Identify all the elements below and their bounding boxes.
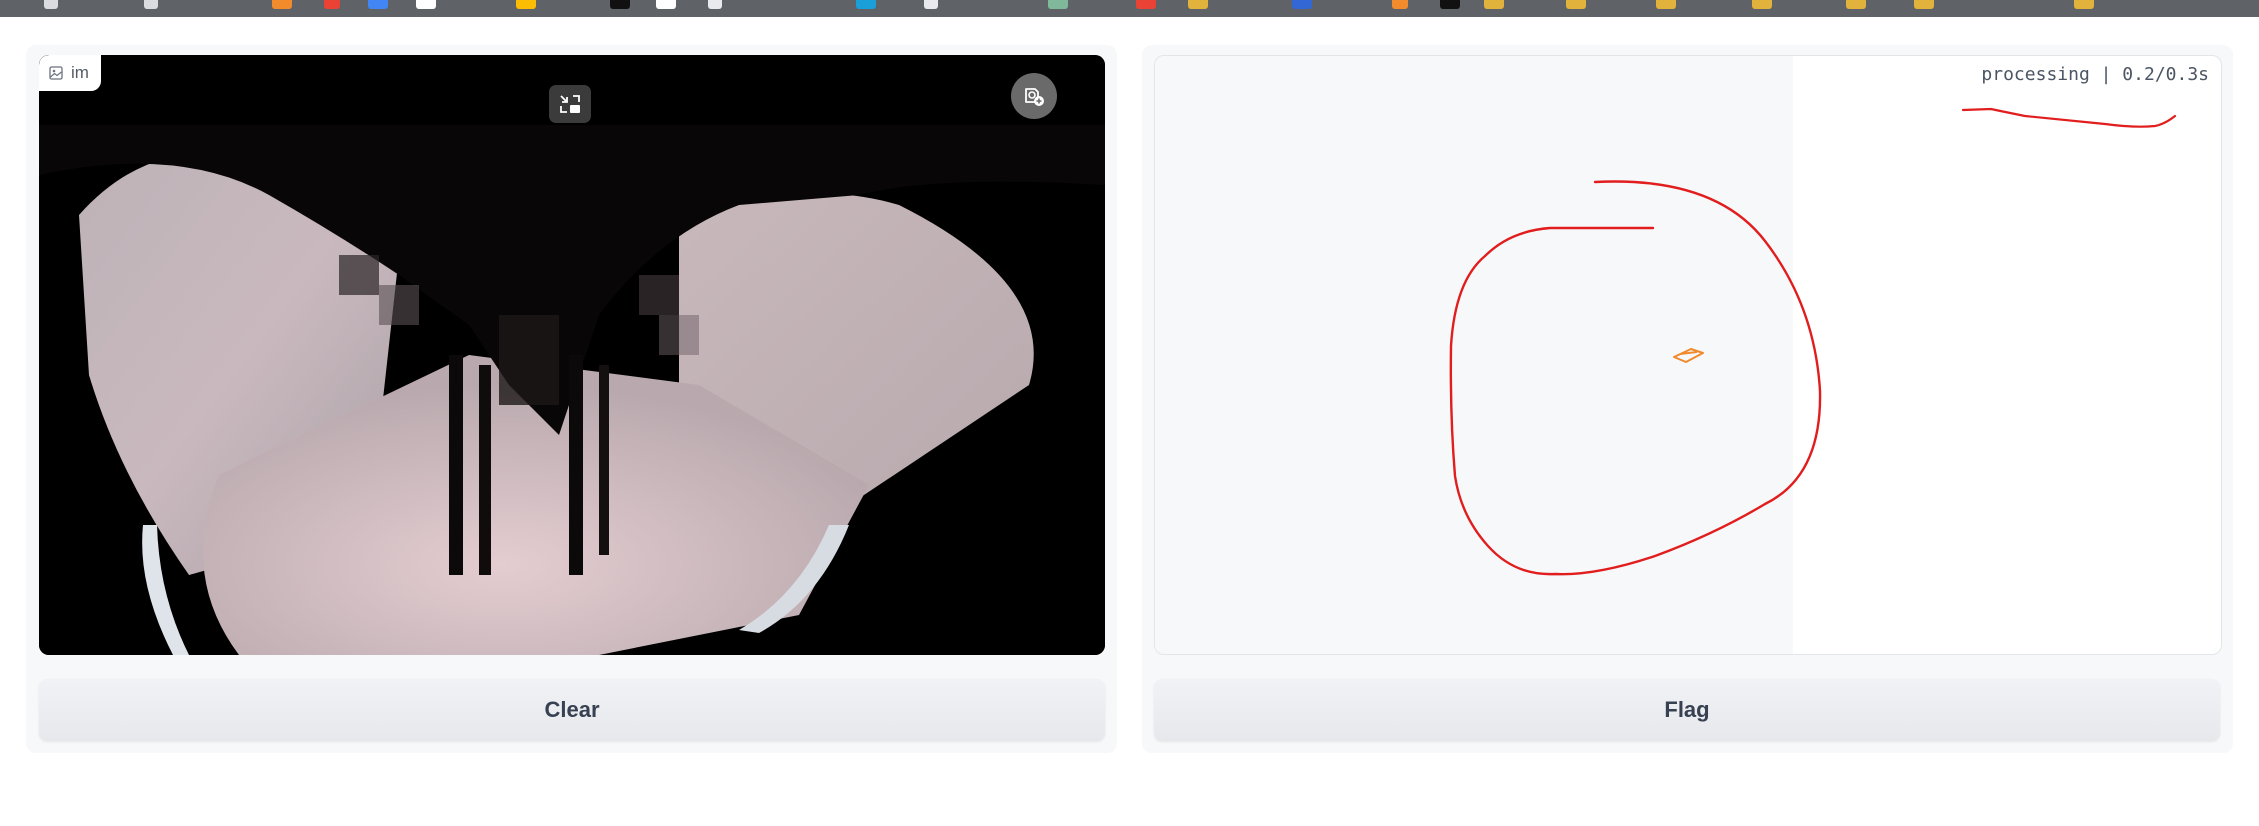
bookmark-icon[interactable] <box>924 0 938 9</box>
bookmark-icon[interactable] <box>368 0 388 9</box>
bookmark-icon[interactable] <box>1656 0 1676 9</box>
bookmark-icon[interactable] <box>1188 0 1208 9</box>
bookmark-icon[interactable] <box>656 0 676 9</box>
bookmark-icon[interactable] <box>1752 0 1772 9</box>
bookmark-icon[interactable] <box>416 0 436 9</box>
webcam-switch-button[interactable] <box>1011 73 1057 119</box>
exit-fullscreen-icon <box>560 95 580 113</box>
output-sketch-drawing <box>1449 107 2177 576</box>
image-label-chip: im <box>39 55 101 91</box>
bookmark-icon[interactable] <box>44 0 58 9</box>
bookmark-icon[interactable] <box>1484 0 1504 9</box>
bookmark-icon[interactable] <box>856 0 876 9</box>
bookmark-icon[interactable] <box>144 0 158 9</box>
bookmark-icon[interactable] <box>1566 0 1586 9</box>
processing-status: processing | 0.2/0.3s <box>1981 64 2209 85</box>
image-icon <box>49 66 63 80</box>
bookmark-icon[interactable] <box>1392 0 1408 9</box>
webcam-image[interactable]: im <box>39 55 1105 655</box>
flag-button[interactable]: Flag <box>1154 679 2220 741</box>
bookmark-icon[interactable] <box>516 0 536 9</box>
bookmark-icon[interactable] <box>1846 0 1866 9</box>
output-sketch-canvas: processing | 0.2/0.3s <box>1154 55 2222 655</box>
webcam-frame <box>39 55 1105 655</box>
clear-button[interactable]: Clear <box>39 679 1105 741</box>
image-label-text: im <box>71 63 89 82</box>
bookmark-icon[interactable] <box>2074 0 2094 9</box>
bookmark-icon[interactable] <box>708 0 722 9</box>
bookmark-icon[interactable] <box>1440 0 1460 9</box>
exit-fullscreen-button[interactable] <box>549 85 591 123</box>
output-panel: processing | 0.2/0.3s Flag <box>1142 45 2233 753</box>
bookmark-icon[interactable] <box>610 0 630 9</box>
bookmark-icon[interactable] <box>1136 0 1156 9</box>
bookmark-icon[interactable] <box>324 0 340 9</box>
bookmark-icon[interactable] <box>1048 0 1068 9</box>
bookmark-icon[interactable] <box>272 0 292 9</box>
bookmark-icon[interactable] <box>1292 0 1312 9</box>
image-input-panel: im Clear <box>26 45 1117 753</box>
bookmark-icon[interactable] <box>1914 0 1934 9</box>
browser-bookmark-bar <box>0 0 2259 17</box>
webcam-switch-icon <box>1025 88 1044 106</box>
